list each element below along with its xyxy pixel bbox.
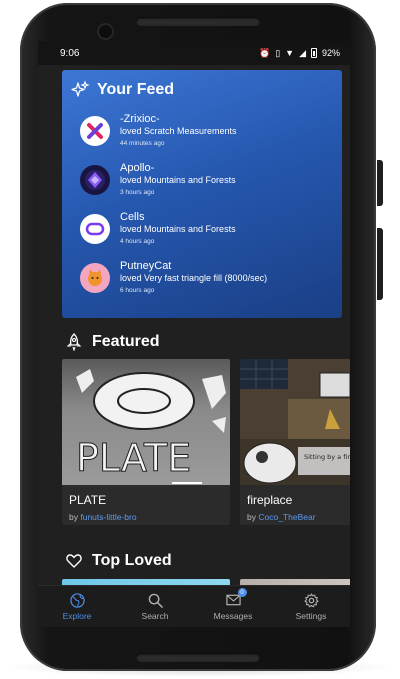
volume-button — [377, 228, 383, 300]
nav-messages-icon-wrap: 0 — [225, 588, 247, 608]
nav-label: Search — [141, 611, 169, 621]
feed-item-action[interactable]: loved Mountains and Forests — [120, 223, 236, 236]
feed-header: Your Feed — [70, 80, 332, 100]
globe-icon — [69, 592, 85, 608]
alarm-icon: ⏰ — [258, 47, 271, 58]
feed-item-time: 4 hours ago — [120, 238, 155, 245]
your-feed-panel: Your Feed -Zrixioc- loved Scratch Measur… — [62, 70, 342, 318]
feed-item-action[interactable]: loved Mountains and Forests — [120, 174, 236, 187]
feed-item-time: 44 minutes ago — [120, 140, 165, 147]
fireplace-thumbnail-art: Sitting by a fireplace while its rain — [240, 359, 350, 485]
featured-carousel[interactable]: PLATE PLATE by funuts-little-bro Sitting… — [62, 359, 350, 525]
battery-icon — [310, 48, 317, 58]
feed-item-text: Apollo- loved Mountains and Forests 3 ho… — [120, 162, 236, 199]
byline-prefix: by — [247, 512, 256, 522]
project-byline: by funuts-little-bro — [69, 512, 230, 522]
project-title[interactable]: fireplace — [247, 493, 350, 507]
power-button — [377, 160, 383, 206]
rocket-icon — [66, 333, 82, 351]
bottom-speaker — [136, 653, 260, 662]
project-title[interactable]: PLATE — [69, 493, 230, 507]
nav-settings-icon-wrap — [303, 592, 319, 608]
feed-item[interactable]: -Zrixioc- loved Scratch Measurements 44 … — [70, 113, 332, 162]
battery-percent: 92% — [321, 48, 340, 58]
nav-label: Settings — [295, 611, 327, 621]
feed-item-action[interactable]: loved Very fast triangle fill (8000/sec) — [120, 272, 267, 285]
featured-title: Featured — [92, 333, 160, 350]
feed-item-time: 3 hours ago — [120, 189, 155, 196]
feed-title: Your Feed — [97, 81, 175, 98]
fireplace-thumbnail-text: Sitting by a fireplace while its rain — [304, 453, 350, 461]
wifi-icon: ▼ — [285, 48, 295, 58]
project-byline: by Coco_TheBear — [247, 512, 350, 522]
search-icon — [148, 593, 163, 608]
signal-icon: ◢ — [299, 47, 306, 58]
feed-item[interactable]: Apollo- loved Mountains and Forests 3 ho… — [70, 162, 332, 211]
nav-settings[interactable]: Settings — [272, 586, 350, 627]
status-icons: ⏰ ▯ ▼ ◢ 92% — [259, 48, 340, 59]
mail-icon — [225, 594, 241, 606]
byline-prefix: by — [69, 512, 78, 522]
status-time: 9:06 — [60, 47, 80, 59]
cat-avatar-icon — [88, 269, 102, 286]
user-avatar[interactable] — [80, 214, 110, 244]
status-bar: 9:06 ⏰ ▯ ▼ ◢ 92% — [38, 41, 350, 65]
feed-item-user[interactable]: -Zrixioc- — [120, 113, 237, 125]
app-screen: 9:06 ⏰ ▯ ▼ ◢ 92% Your Feed -Zrixioc- lov… — [38, 41, 350, 627]
plate-thumbnail-art: PLATE — [76, 369, 226, 484]
feed-item-time: 6 hours ago — [120, 287, 155, 294]
feed-item[interactable]: PutneyCat loved Very fast triangle fill … — [70, 260, 332, 309]
nav-explore-icon-wrap — [69, 592, 85, 608]
device-stage: 9:06 ⏰ ▯ ▼ ◢ 92% Your Feed -Zrixioc- lov… — [0, 0, 400, 679]
bottom-navigation: Explore Search 0 Messages Settings — [38, 585, 350, 627]
vibrate-icon: ▯ — [275, 47, 281, 58]
nav-search-icon-wrap — [148, 592, 163, 608]
apollo-avatar-icon — [85, 170, 105, 190]
gear-icon — [303, 592, 319, 607]
nav-label: Explore — [62, 611, 92, 621]
nav-messages[interactable]: 0 Messages — [194, 586, 272, 627]
cells-avatar-icon — [85, 222, 105, 236]
nav-label: Messages — [213, 611, 253, 621]
project-author-link[interactable]: funuts-little-bro — [80, 512, 136, 522]
feed-item-text: Cells loved Mountains and Forests 4 hour… — [120, 211, 236, 248]
messages-badge: 0 — [237, 588, 247, 597]
project-thumbnail[interactable]: Sitting by a fireplace while its rain — [240, 359, 350, 485]
feed-item-action[interactable]: loved Scratch Measurements — [120, 125, 237, 138]
user-avatar[interactable] — [80, 263, 110, 293]
feed-item-user[interactable]: PutneyCat — [120, 260, 267, 272]
nav-explore[interactable]: Explore — [38, 586, 116, 627]
plate-thumbnail-text: PLATE — [76, 436, 191, 480]
project-author-link[interactable]: Coco_TheBear — [258, 512, 315, 522]
project-card[interactable]: Sitting by a fireplace while its rain fi… — [240, 359, 350, 525]
project-card[interactable]: PLATE PLATE by funuts-little-bro — [62, 359, 230, 525]
nav-search[interactable]: Search — [116, 586, 194, 627]
heart-icon — [66, 554, 82, 568]
zrixioc-avatar-icon — [87, 123, 103, 139]
feed-item-text: -Zrixioc- loved Scratch Measurements 44 … — [120, 113, 237, 150]
feed-item-user[interactable]: Apollo- — [120, 162, 236, 174]
user-avatar[interactable] — [80, 165, 110, 195]
explore-content[interactable]: Your Feed -Zrixioc- loved Scratch Measur… — [38, 65, 350, 585]
front-camera — [99, 25, 112, 38]
feed-item-user[interactable]: Cells — [120, 211, 236, 223]
sparkles-icon — [71, 80, 90, 97]
top-loved-title: Top Loved — [92, 552, 172, 569]
featured-section-header: Featured — [66, 332, 350, 352]
top-speaker — [136, 17, 260, 26]
top-loved-section-header: Top Loved — [66, 551, 350, 571]
feed-item[interactable]: Cells loved Mountains and Forests 4 hour… — [70, 211, 332, 260]
user-avatar[interactable] — [80, 116, 110, 146]
feed-item-text: PutneyCat loved Very fast triangle fill … — [120, 260, 267, 297]
project-thumbnail[interactable]: PLATE — [62, 359, 230, 485]
